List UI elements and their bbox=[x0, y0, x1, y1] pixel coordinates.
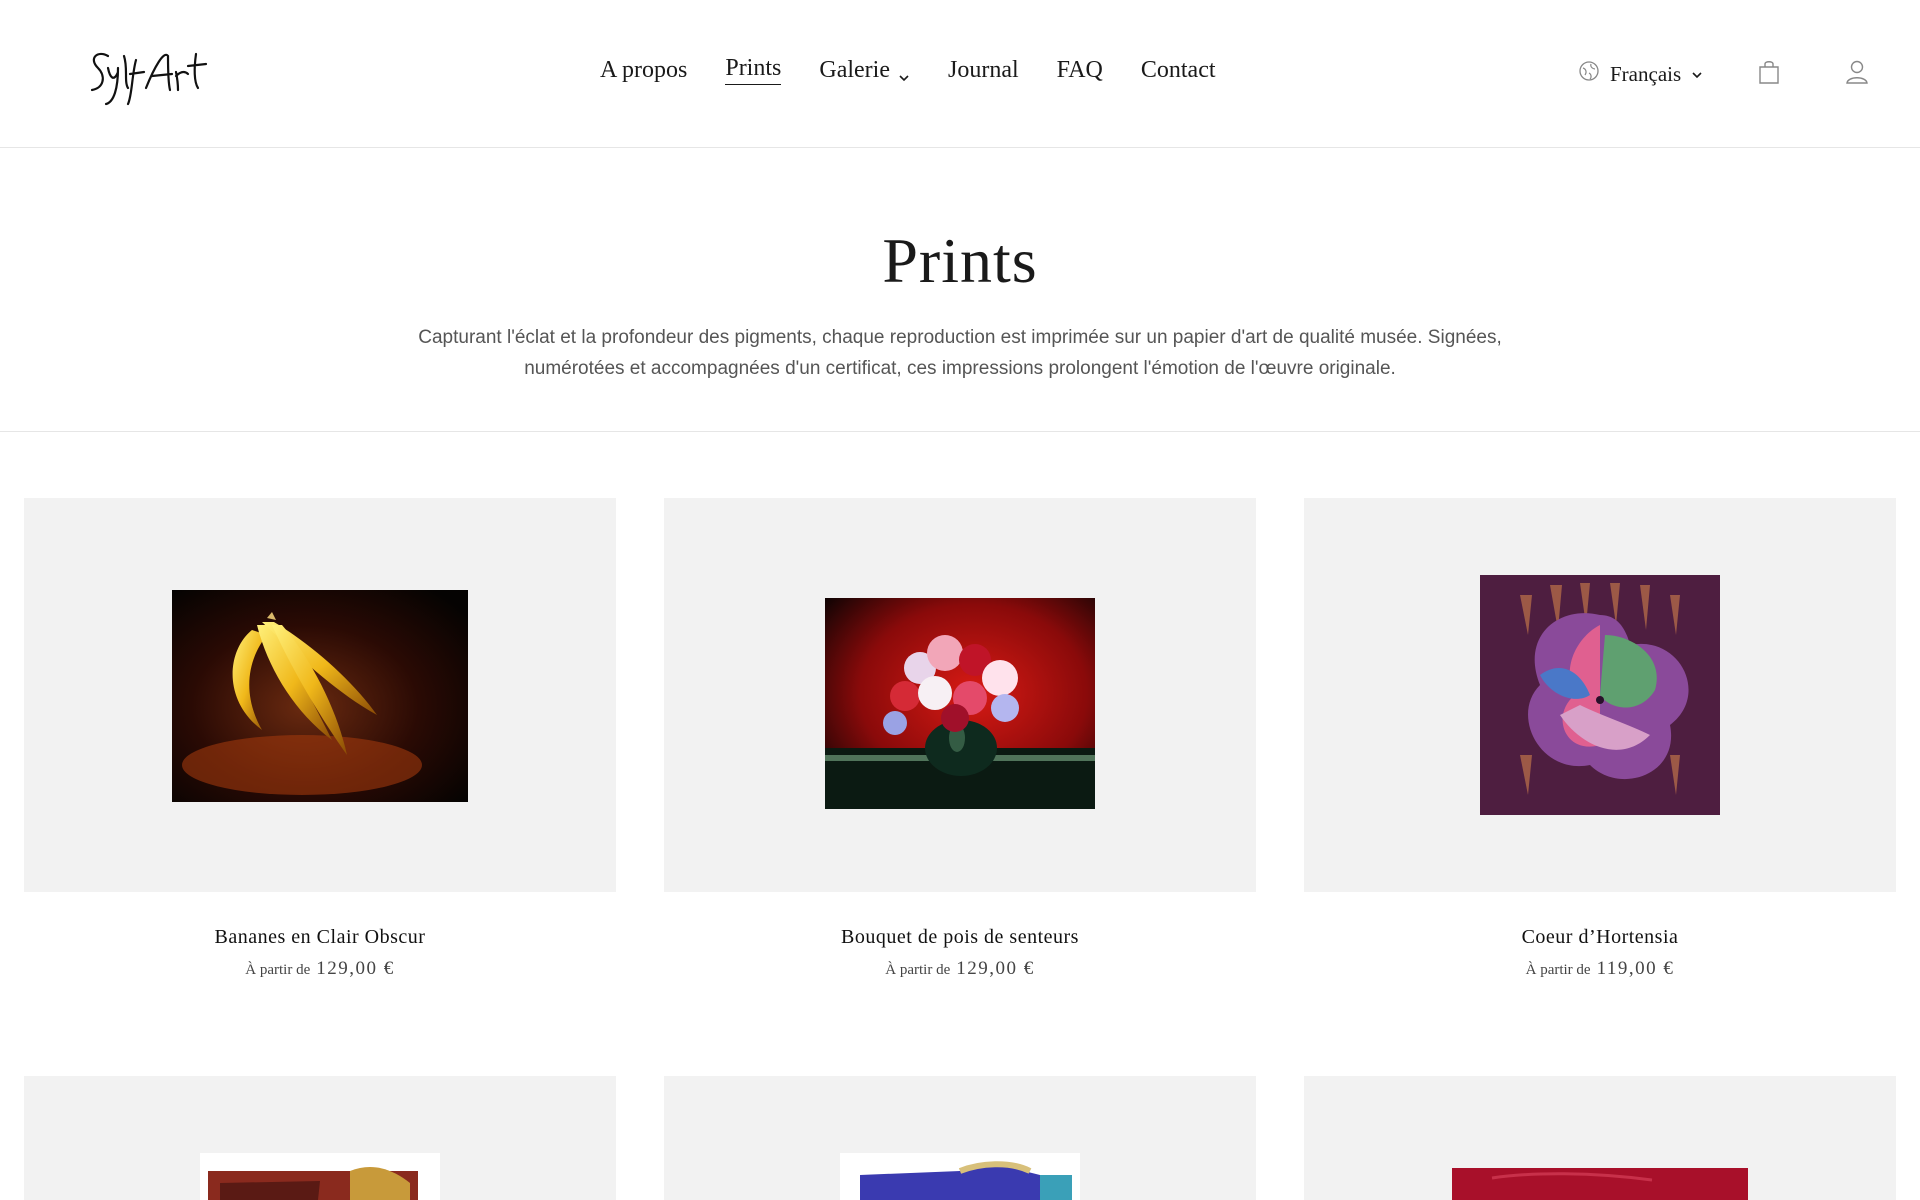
product-price: À partir de 119,00 € bbox=[1304, 958, 1896, 980]
product-image-sweet-peas bbox=[825, 598, 1095, 809]
description-line: numérotées et accompagnées d'un certific… bbox=[524, 358, 1396, 379]
description-line: Capturant l'éclat et la profondeur des p… bbox=[418, 327, 1502, 348]
product-card[interactable]: Coeur d’Hortensia À partir de 119,00 € bbox=[1304, 498, 1896, 980]
nav-link-a-propos[interactable]: A propos bbox=[600, 57, 687, 84]
product-image-crimson bbox=[1452, 1168, 1748, 1200]
nav-label: FAQ bbox=[1056, 56, 1103, 83]
product-image-hydrangea bbox=[1480, 575, 1720, 815]
globe-icon bbox=[1578, 60, 1600, 88]
price-value: 129,00 € bbox=[316, 958, 395, 979]
nav-label: Journal bbox=[947, 56, 1019, 83]
nav-label: A propos bbox=[600, 56, 688, 83]
nav-link-prints[interactable]: Prints bbox=[725, 55, 782, 85]
nav-label: Contact bbox=[1140, 56, 1216, 83]
product-card[interactable]: Bouquet de pois de senteurs À partir de 1… bbox=[664, 498, 1256, 980]
price-prefix: À partir de bbox=[1525, 962, 1591, 978]
product-image-abstract bbox=[840, 1153, 1080, 1200]
price-value: 119,00 € bbox=[1596, 958, 1675, 979]
price-prefix: À partir de bbox=[885, 962, 951, 978]
product-card[interactable] bbox=[1304, 1076, 1896, 1200]
product-image-frame[interactable] bbox=[664, 498, 1256, 892]
product-title[interactable]: Bananes en Clair Obscur bbox=[24, 926, 616, 949]
product-card[interactable] bbox=[24, 1076, 616, 1200]
sylfart-logo[interactable] bbox=[84, 38, 214, 108]
nav-link-contact[interactable]: Contact bbox=[1141, 57, 1216, 84]
product-image-bananas bbox=[172, 590, 468, 802]
product-image-frame[interactable] bbox=[24, 498, 616, 892]
page-title: Prints bbox=[882, 225, 1038, 296]
price-prefix: À partir de bbox=[245, 962, 311, 978]
shopping-bag-icon[interactable] bbox=[1756, 58, 1782, 86]
product-title[interactable]: Coeur d’Hortensia bbox=[1304, 926, 1896, 949]
site-header: A propos Prints Galerie Journal FAQ Cont… bbox=[0, 0, 1920, 148]
product-card[interactable] bbox=[664, 1076, 1256, 1200]
product-title[interactable]: Bouquet de pois de senteurs bbox=[664, 926, 1256, 949]
nav-link-journal[interactable]: Journal bbox=[948, 57, 1019, 84]
language-selector[interactable]: Français bbox=[1578, 60, 1703, 88]
nav-label: Prints bbox=[725, 55, 782, 81]
price-value: 129,00 € bbox=[956, 958, 1035, 979]
nav-link-galerie[interactable]: Galerie bbox=[819, 57, 910, 84]
product-price: À partir de 129,00 € bbox=[664, 958, 1256, 980]
nav-link-faq[interactable]: FAQ bbox=[1057, 57, 1103, 84]
main-navigation: A propos Prints Galerie Journal FAQ Cont… bbox=[600, 52, 1216, 88]
product-image-abstract bbox=[200, 1153, 440, 1200]
product-card[interactable]: Bananes en Clair Obscur À partir de 129,0… bbox=[24, 498, 616, 980]
collection-description: Capturant l'éclat et la profondeur des p… bbox=[360, 322, 1560, 384]
product-price: À partir de 129,00 € bbox=[24, 958, 616, 980]
chevron-down-icon bbox=[1691, 62, 1703, 87]
language-label: Français bbox=[1610, 61, 1682, 86]
product-image-frame[interactable] bbox=[1304, 1076, 1896, 1200]
product-image-frame[interactable] bbox=[664, 1076, 1256, 1200]
user-icon[interactable] bbox=[1844, 58, 1870, 86]
logo-signature bbox=[90, 52, 208, 106]
product-image-frame[interactable] bbox=[24, 1076, 616, 1200]
chevron-down-icon bbox=[898, 64, 910, 82]
nav-label: Galerie bbox=[819, 56, 890, 83]
product-image-frame[interactable] bbox=[1304, 498, 1896, 892]
collection-hero: Prints Capturant l'éclat et la profondeu… bbox=[0, 149, 1920, 432]
